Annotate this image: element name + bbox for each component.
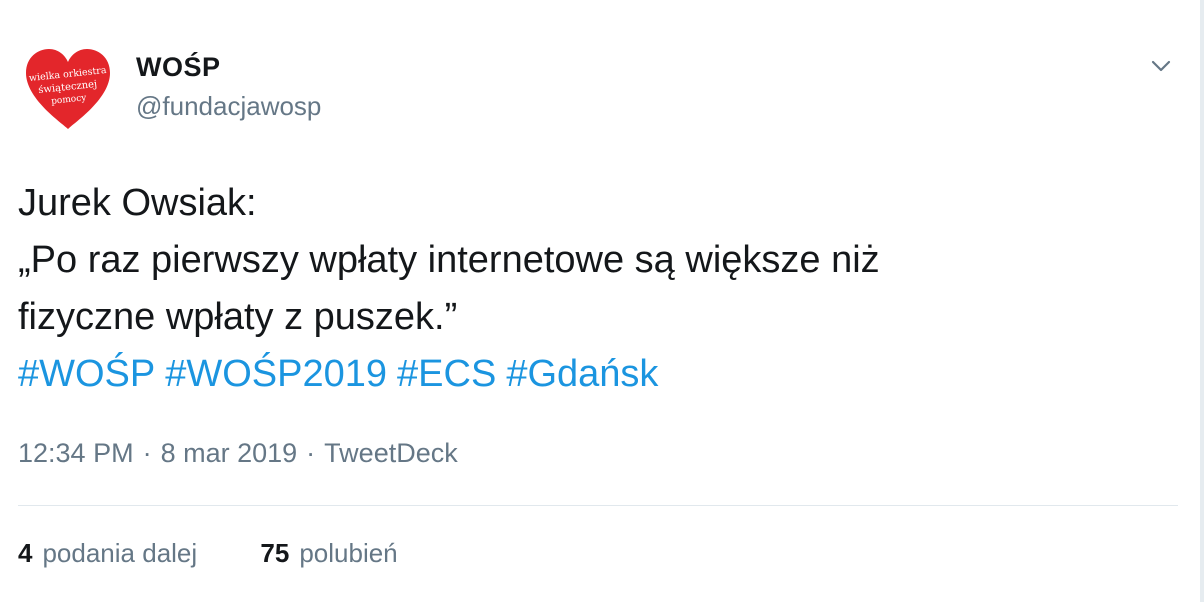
hashtag-link[interactable]: #ECS xyxy=(397,353,496,395)
author-display-name[interactable]: WOŚP xyxy=(136,52,221,83)
heart-logo-icon: wielka orkiestra świątecznej pomocy xyxy=(26,49,110,129)
meta-separator: · xyxy=(142,438,152,468)
tweet-text: Jurek Owsiak: „Po raz pierwszy wpłaty in… xyxy=(18,175,1158,403)
hashtag-link[interactable]: #Gdańsk xyxy=(506,353,658,395)
likes-stat[interactable]: 75 polubień xyxy=(260,538,397,569)
like-label: polubień xyxy=(299,538,398,568)
tweet-stats: 4 podania dalej 75 polubień xyxy=(18,538,454,569)
retweet-label: podania dalej xyxy=(42,538,198,568)
avatar[interactable]: wielka orkiestra świątecznej pomocy xyxy=(22,45,114,133)
tweet-text-line: Jurek Owsiak: xyxy=(18,182,257,224)
like-count: 75 xyxy=(260,538,290,568)
retweets-stat[interactable]: 4 podania dalej xyxy=(18,538,197,569)
scrollbar-edge xyxy=(1200,0,1204,602)
tweet-text-line: fizyczne wpłaty z puszek.” xyxy=(18,296,458,338)
author-handle[interactable]: @fundacjawosp xyxy=(136,91,321,122)
meta-separator: · xyxy=(306,438,316,468)
hashtag-link[interactable]: #WOŚP xyxy=(18,353,155,395)
tweet-menu-button[interactable] xyxy=(1146,54,1176,78)
hashtag-link[interactable]: #WOŚP2019 xyxy=(165,353,387,395)
tweet-date[interactable]: 8 mar 2019 xyxy=(161,438,298,468)
retweet-count: 4 xyxy=(18,538,33,568)
tweet-meta: 12:34 PM · 8 mar 2019 · TweetDeck xyxy=(18,438,458,469)
tweet-source-link[interactable]: TweetDeck xyxy=(324,438,458,468)
divider xyxy=(18,505,1178,506)
tweet-text-line: „Po raz pierwszy wpłaty internetowe są w… xyxy=(18,239,880,281)
chevron-down-icon xyxy=(1151,60,1171,72)
tweet-card: wielka orkiestra świątecznej pomocy WOŚP… xyxy=(0,0,1204,602)
hashtag-list: #WOŚP #WOŚP2019 #ECS #Gdańsk xyxy=(18,346,1158,403)
tweet-time[interactable]: 12:34 PM xyxy=(18,438,134,468)
